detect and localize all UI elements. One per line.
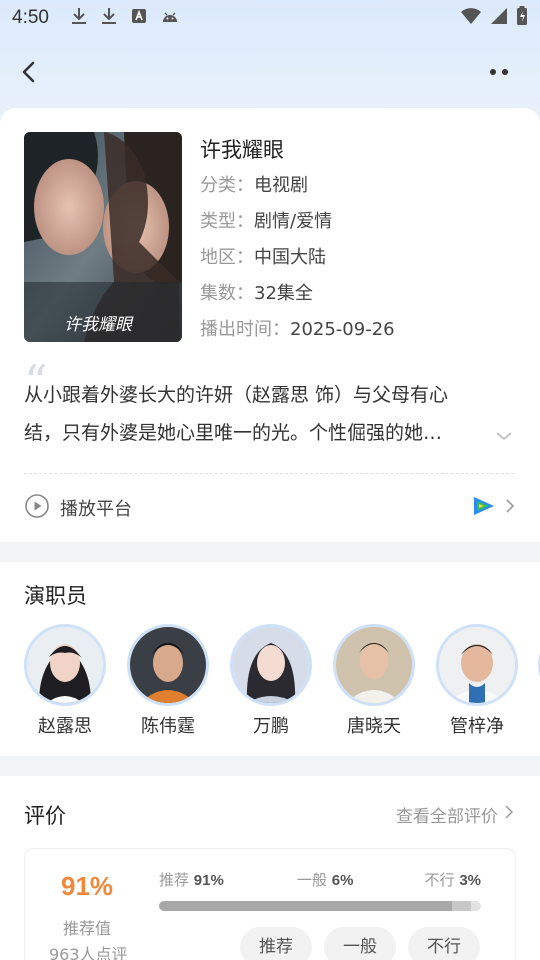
cast-member[interactable]: 唐晓天 (329, 624, 419, 738)
reviews-title: 评价 (24, 804, 66, 828)
field-region: 地区：中国大陆 (200, 247, 326, 268)
play-circle-icon (24, 493, 50, 523)
chevron-right-icon (504, 497, 516, 519)
chevron-right-icon (504, 804, 514, 825)
avatar (436, 624, 518, 706)
recommend-percent: 91% (61, 871, 114, 901)
recommend-bar-label: 推荐 91% (159, 871, 224, 889)
recommend-value-label: 推荐值 (63, 919, 112, 938)
signal-icon (490, 7, 508, 29)
expand-chevron-icon[interactable] (494, 426, 514, 446)
average-bar-label: 一般 6% (297, 871, 354, 889)
field-air-date: 播出时间：2025-09-26 (200, 319, 395, 340)
play-platform-label: 播放平台 (60, 499, 132, 520)
show-title: 许我耀眼 (200, 138, 284, 162)
cast-name: 陈伟霆 (141, 716, 195, 737)
bad-button[interactable]: 不行 (408, 927, 480, 960)
bad-bar-segment (471, 901, 481, 911)
cast-member[interactable] (534, 624, 540, 706)
average-button[interactable]: 一般 (324, 927, 396, 960)
review-count: 963人点评 (49, 945, 128, 960)
avatar (127, 624, 209, 706)
download-icon (101, 7, 117, 29)
recommend-bar-segment (159, 901, 453, 911)
cast-name: 万鹏 (253, 716, 289, 737)
nav-bar (0, 50, 540, 94)
status-time: 4:50 (12, 7, 49, 28)
a-letter-icon (131, 8, 147, 28)
battery-charging-icon (516, 6, 528, 30)
description-line: 从小跟着外婆长大的许妍（赵露思 饰）与父母有心 (24, 384, 449, 406)
cast-name: 赵露思 (38, 716, 92, 737)
poster-image: 许我耀眼 (24, 132, 182, 342)
reviews-section: 评价 查看全部评价 91% 推荐值 963人点评 推荐 91% 一般 6% 不行… (0, 776, 540, 960)
cast-name: 唐晓天 (347, 716, 401, 737)
download-icon (71, 7, 87, 29)
poster-caption: 许我耀眼 (64, 315, 132, 335)
see-all-label: 查看全部评价 (396, 807, 498, 827)
avatar (24, 624, 106, 706)
cast-member[interactable]: 万鹏 (226, 624, 316, 738)
divider (24, 473, 514, 474)
back-chevron-icon[interactable] (14, 56, 46, 88)
cast-member[interactable]: 管梓净 (432, 624, 522, 738)
cast-name: 管梓净 (450, 716, 504, 737)
status-bar: 4:50 (0, 0, 540, 36)
show-info-card: 许我耀眼 许我耀眼 分类：电视剧 类型：剧情/爱情 地区：中国大陆 集数：32集… (0, 108, 540, 542)
android-icon (161, 8, 179, 28)
avatar (230, 624, 312, 706)
cast-member[interactable]: 赵露思 (24, 624, 110, 738)
more-dots-icon[interactable] (482, 60, 516, 84)
see-all-reviews-link[interactable]: 查看全部评价 (396, 802, 514, 827)
wifi-icon (460, 7, 482, 29)
bad-bar-label: 不行 3% (424, 871, 481, 889)
tencent-video-logo-icon (472, 495, 496, 521)
recommend-button[interactable]: 推荐 (240, 927, 312, 960)
average-bar-segment (452, 901, 472, 911)
field-episodes: 集数：32集全 (200, 283, 313, 304)
avatar (333, 624, 415, 706)
rating-summary-box: 91% 推荐值 963人点评 推荐 91% 一般 6% 不行 3% 推荐 一般 … (24, 848, 516, 960)
cast-member[interactable]: 陈伟霆 (123, 624, 213, 738)
field-genre: 类型：剧情/爱情 (200, 211, 333, 232)
show-description[interactable]: 从小跟着外婆长大的许妍（赵露思 饰）与父母有心 结，只有外婆是她心里唯一的光。个… (24, 376, 494, 452)
rating-distribution-bar (159, 901, 481, 911)
field-category: 分类：电视剧 (200, 175, 308, 196)
description-line: 结，只有外婆是她心里唯一的光。个性倔强的她… (24, 422, 443, 444)
rating-bar-labels: 推荐 91% 一般 6% 不行 3% (159, 869, 481, 889)
cast-title: 演职员 (24, 584, 87, 608)
cast-list[interactable]: 赵露思 陈伟霆 万鹏 唐晓天 管梓净 (24, 624, 540, 744)
cast-section: 演职员 赵露思 陈伟霆 万鹏 唐晓天 管梓净 (0, 562, 540, 756)
show-info: 许我耀眼 分类：电视剧 类型：剧情/爱情 地区：中国大陆 集数：32集全 播出时… (200, 132, 395, 348)
play-platform-row[interactable]: 播放平台 (24, 488, 516, 528)
